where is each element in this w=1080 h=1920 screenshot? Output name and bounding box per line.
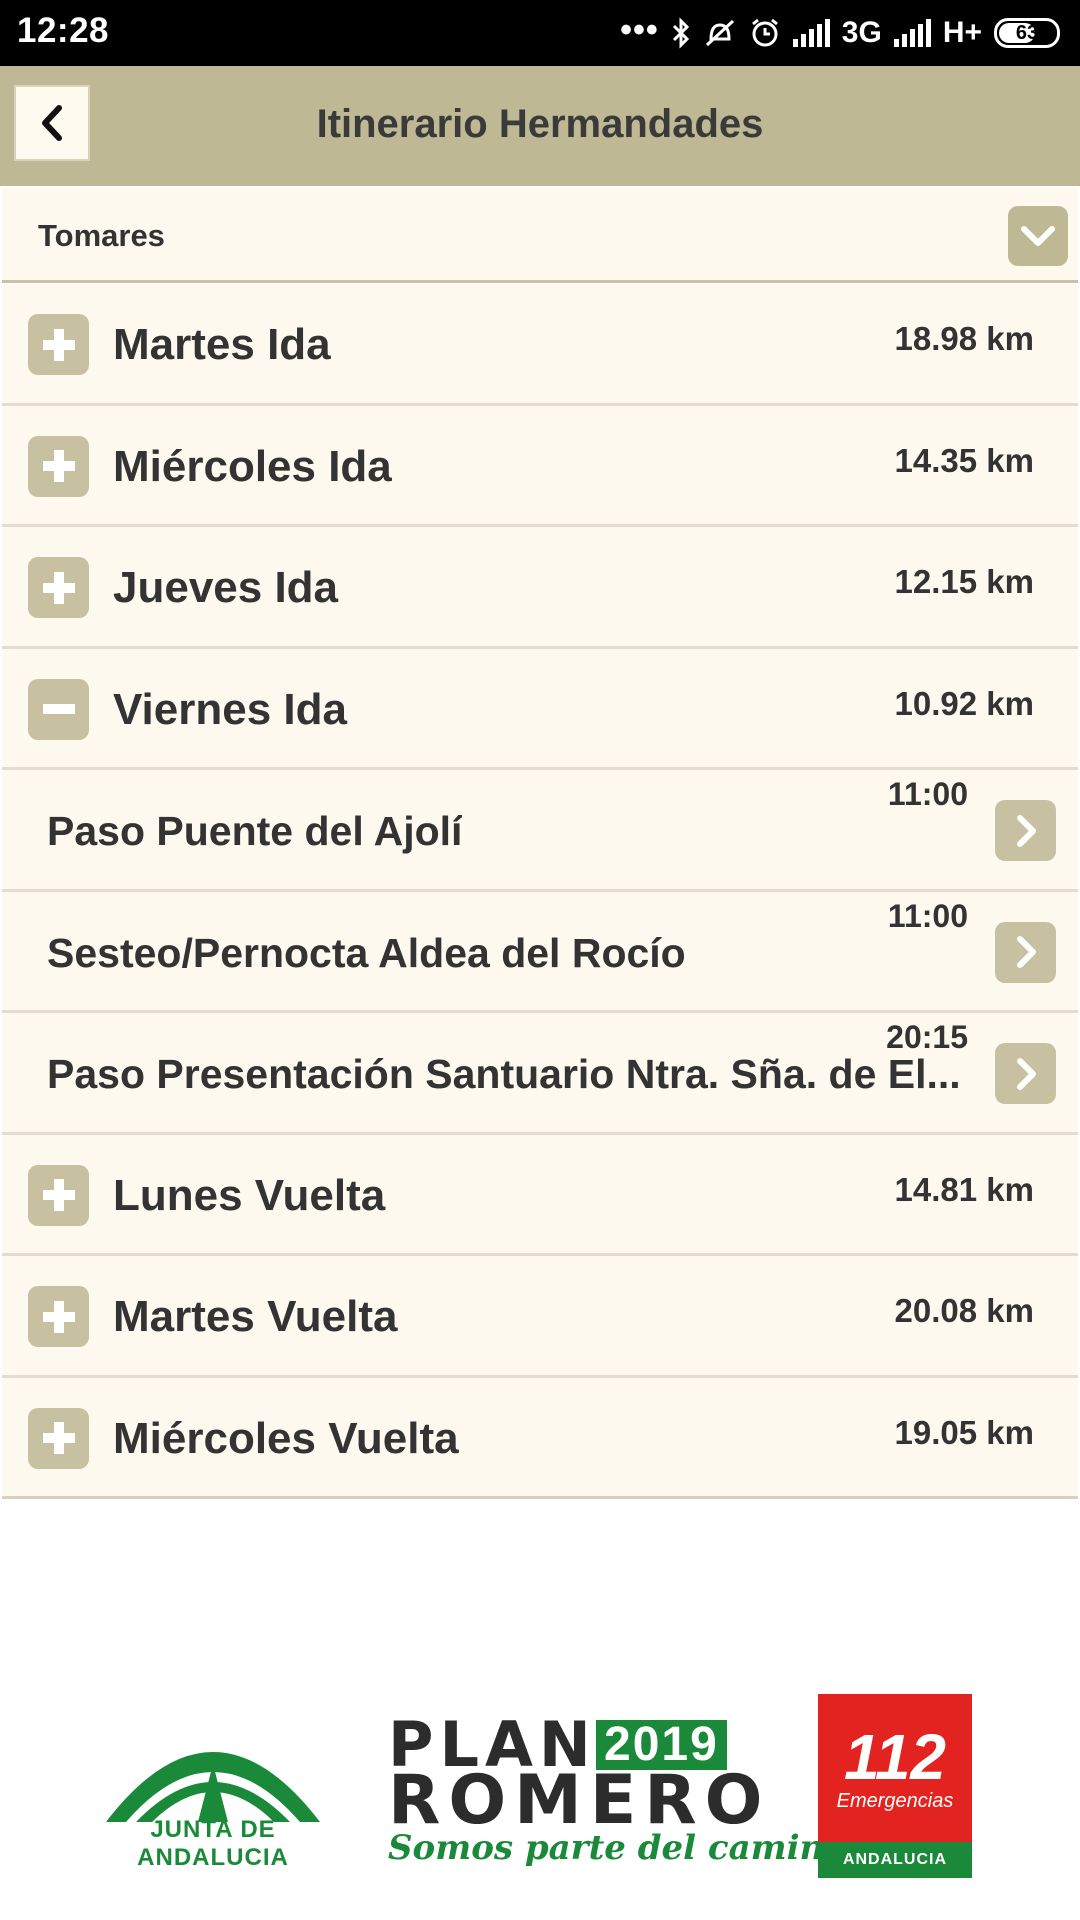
plus-icon bbox=[42, 1300, 75, 1333]
day-label: Viernes Ida bbox=[113, 684, 347, 734]
day-distance: 14.81 km bbox=[894, 1170, 1034, 1208]
signal-strength-icon bbox=[792, 19, 830, 47]
selector-value: Tomares bbox=[38, 218, 165, 253]
stop-detail-button[interactable] bbox=[995, 1043, 1056, 1104]
chevron-down-icon bbox=[1021, 226, 1055, 246]
status-bar: 12:28 ••• 3G H+ 63 bbox=[0, 0, 1080, 66]
day-row-lunes-vuelta[interactable]: Lunes Vuelta 14.81 km bbox=[2, 1134, 1078, 1256]
stop-time: 11:00 bbox=[887, 776, 968, 812]
expand-toggle[interactable] bbox=[28, 1407, 89, 1469]
stop-row[interactable]: 11:00 Paso Puente del Ajolí bbox=[2, 770, 1078, 892]
bluetooth-icon bbox=[672, 17, 689, 49]
expand-toggle[interactable] bbox=[28, 1286, 89, 1347]
alarm-clock-icon bbox=[751, 18, 778, 47]
app-header: Itinerario Hermandades bbox=[0, 66, 1080, 186]
day-label: Miércoles Vuelta bbox=[113, 1413, 459, 1463]
day-label: Martes Ida bbox=[113, 320, 331, 369]
day-row-miercoles-ida[interactable]: Miércoles Ida 14.35 km bbox=[2, 405, 1078, 527]
day-row-martes-vuelta[interactable]: Martes Vuelta 20.08 km bbox=[2, 1256, 1078, 1378]
junta-text: JUNTA DE ANDALUCIA bbox=[137, 1816, 289, 1871]
day-distance: 12.15 km bbox=[894, 563, 1034, 600]
network-type-2: H+ bbox=[942, 16, 982, 49]
stop-label: Sesteo/Pernocta Aldea del Rocío bbox=[47, 929, 686, 976]
romero-word: ROMERO bbox=[388, 1761, 771, 1840]
plus-icon bbox=[42, 571, 75, 604]
emergency-number: 112 bbox=[843, 1721, 947, 1793]
expand-toggle[interactable] bbox=[28, 314, 89, 375]
day-distance: 20.08 km bbox=[894, 1292, 1034, 1329]
emergency-region: ANDALUCIA bbox=[818, 1842, 972, 1878]
chevron-right-icon bbox=[1016, 936, 1036, 968]
page-title: Itinerario Hermandades bbox=[316, 102, 764, 146]
itinerary-list: Martes Ida 18.98 km Miércoles Ida 14.35 … bbox=[2, 284, 1078, 1499]
stop-detail-button[interactable] bbox=[995, 921, 1056, 983]
stop-time: 11:00 bbox=[887, 897, 968, 934]
junta-andalucia-logo: JUNTA DE ANDALUCIA bbox=[98, 1702, 328, 1872]
stop-row[interactable]: 11:00 Sesteo/Pernocta Aldea del Rocío bbox=[2, 891, 1078, 1013]
stop-row[interactable]: 20:15 Paso Presentación Santuario Ntra. … bbox=[2, 1013, 1078, 1135]
day-distance: 18.98 km bbox=[894, 320, 1034, 357]
sponsor-footer: JUNTA DE ANDALUCIA PLAN 2019 ROMERO Somo… bbox=[0, 1680, 1080, 1880]
plus-icon bbox=[42, 1422, 75, 1454]
dropdown-button[interactable] bbox=[1008, 206, 1068, 266]
junta-arch-icon bbox=[106, 1752, 320, 1822]
battery-level: 63 bbox=[1015, 21, 1039, 44]
stop-label: Paso Presentación Santuario Ntra. Sña. d… bbox=[47, 1051, 961, 1097]
emergency-label: Emergencias bbox=[836, 1790, 954, 1812]
day-row-viernes-ida[interactable]: Viernes Ida 10.92 km bbox=[2, 648, 1078, 770]
emergencias-112-logo: 112 Emergencias ANDALUCIA bbox=[818, 1694, 972, 1878]
plan-romero-logo: PLAN 2019 ROMERO Somos parte del camino bbox=[388, 1714, 847, 1869]
stop-detail-button[interactable] bbox=[995, 800, 1056, 861]
expand-toggle[interactable] bbox=[28, 1164, 89, 1226]
battery-icon: 63 bbox=[994, 18, 1060, 48]
day-distance: 10.92 km bbox=[894, 684, 1034, 722]
day-row-martes-ida[interactable]: Martes Ida 18.98 km bbox=[2, 284, 1078, 406]
plus-icon bbox=[42, 328, 75, 361]
network-type-1: 3G bbox=[841, 16, 882, 49]
day-label: Jueves Ida bbox=[113, 563, 339, 612]
expand-toggle[interactable] bbox=[28, 435, 89, 497]
day-row-miercoles-vuelta[interactable]: Miércoles Vuelta 19.05 km bbox=[2, 1377, 1078, 1499]
brotherhood-selector[interactable]: Tomares bbox=[2, 188, 1078, 283]
day-label: Miércoles Ida bbox=[113, 441, 392, 491]
more-notifications-icon: ••• bbox=[620, 10, 659, 49]
signal-strength-2-icon bbox=[893, 19, 931, 47]
plus-icon bbox=[42, 1179, 75, 1211]
day-row-jueves-ida[interactable]: Jueves Ida 12.15 km bbox=[2, 527, 1078, 649]
minus-icon bbox=[42, 704, 75, 714]
status-time: 12:28 bbox=[17, 11, 110, 50]
day-label: Lunes Vuelta bbox=[113, 1170, 386, 1220]
plus-icon bbox=[42, 450, 75, 482]
alarm-off-icon bbox=[705, 19, 734, 47]
status-icons: ••• 3G H+ 63 bbox=[620, 10, 1060, 56]
slogan: Somos parte del camino bbox=[388, 1828, 847, 1868]
chevron-right-icon bbox=[1016, 814, 1036, 847]
day-label: Martes Vuelta bbox=[113, 1292, 398, 1341]
expand-toggle[interactable] bbox=[28, 557, 89, 618]
collapse-toggle[interactable] bbox=[28, 678, 89, 740]
day-distance: 14.35 km bbox=[894, 441, 1034, 479]
day-distance: 19.05 km bbox=[894, 1413, 1034, 1451]
chevron-right-icon bbox=[1016, 1057, 1036, 1090]
stop-label: Paso Puente del Ajolí bbox=[47, 808, 463, 854]
